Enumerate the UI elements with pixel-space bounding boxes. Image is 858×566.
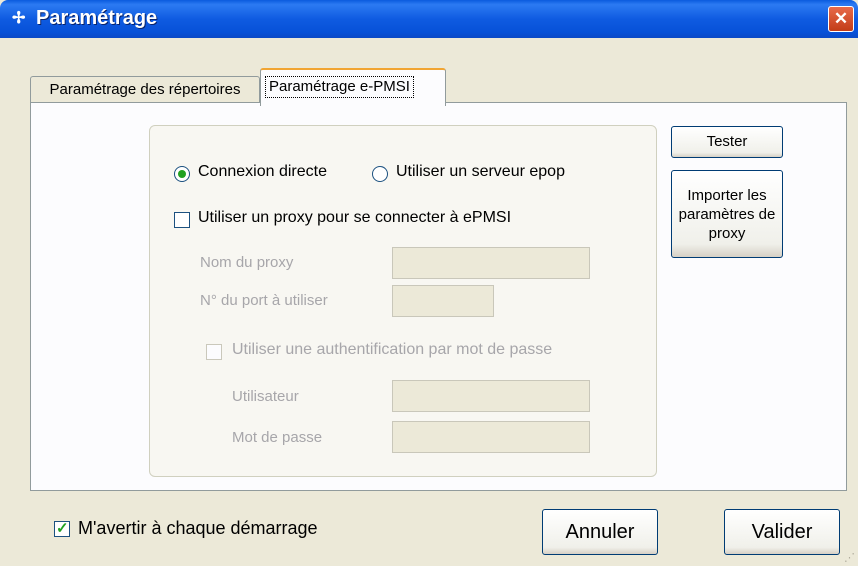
import-proxy-settings-label: Importer les paramètres de proxy xyxy=(678,186,776,242)
tab-directories[interactable]: Paramétrage des répertoires xyxy=(30,76,260,103)
notify-on-startup-label[interactable]: M'avertir à chaque démarrage xyxy=(78,518,318,539)
title-bar[interactable]: ✢ Paramétrage ✕ xyxy=(0,0,858,38)
password-input[interactable] xyxy=(392,421,590,453)
radio-epop-label[interactable]: Utiliser un serveur epop xyxy=(396,163,565,181)
app-icon: ✢ xyxy=(12,10,26,27)
radio-selected-dot xyxy=(178,170,186,178)
tab-epmsi[interactable]: Paramétrage e-PMSI xyxy=(260,68,446,106)
password-auth-checkbox[interactable] xyxy=(206,344,222,360)
resize-grip-icon[interactable]: ⋰ xyxy=(844,552,856,564)
radio-direct-connection[interactable] xyxy=(174,166,190,182)
user-label: Utilisateur xyxy=(232,388,299,405)
use-proxy-label[interactable]: Utiliser un proxy pour se connecter à eP… xyxy=(198,209,511,227)
window-title: Paramétrage xyxy=(36,7,158,29)
user-input[interactable] xyxy=(392,380,590,412)
import-proxy-settings-button[interactable]: Importer les paramètres de proxy xyxy=(671,170,783,258)
connection-group: Connexion directe Utiliser un serveur ep… xyxy=(149,125,657,477)
proxy-name-input[interactable] xyxy=(392,247,590,279)
checkmark-icon: ✓ xyxy=(56,520,69,537)
proxy-name-label: Nom du proxy xyxy=(200,254,294,271)
proxy-port-input[interactable] xyxy=(392,285,494,317)
test-button[interactable]: Tester xyxy=(671,126,783,158)
radio-epop-server[interactable] xyxy=(372,166,388,182)
close-button[interactable]: ✕ xyxy=(828,6,854,32)
cancel-button[interactable]: Annuler xyxy=(542,509,658,555)
proxy-port-label: N° du port à utiliser xyxy=(200,292,328,309)
close-icon: ✕ xyxy=(833,9,849,28)
tab-panel: Connexion directe Utiliser un serveur ep… xyxy=(30,102,847,491)
use-proxy-checkbox[interactable] xyxy=(174,212,190,228)
password-label: Mot de passe xyxy=(232,429,323,446)
radio-direct-label[interactable]: Connexion directe xyxy=(198,163,327,181)
settings-dialog: ✢ Paramétrage ✕ Paramétrage des répertoi… xyxy=(0,0,858,566)
tab-epmsi-label: Paramétrage e-PMSI xyxy=(265,76,414,98)
notify-on-startup-checkbox[interactable]: ✓ xyxy=(54,520,70,537)
password-auth-label[interactable]: Utiliser une authentification par mot de… xyxy=(232,341,552,359)
validate-button[interactable]: Valider xyxy=(724,509,840,555)
